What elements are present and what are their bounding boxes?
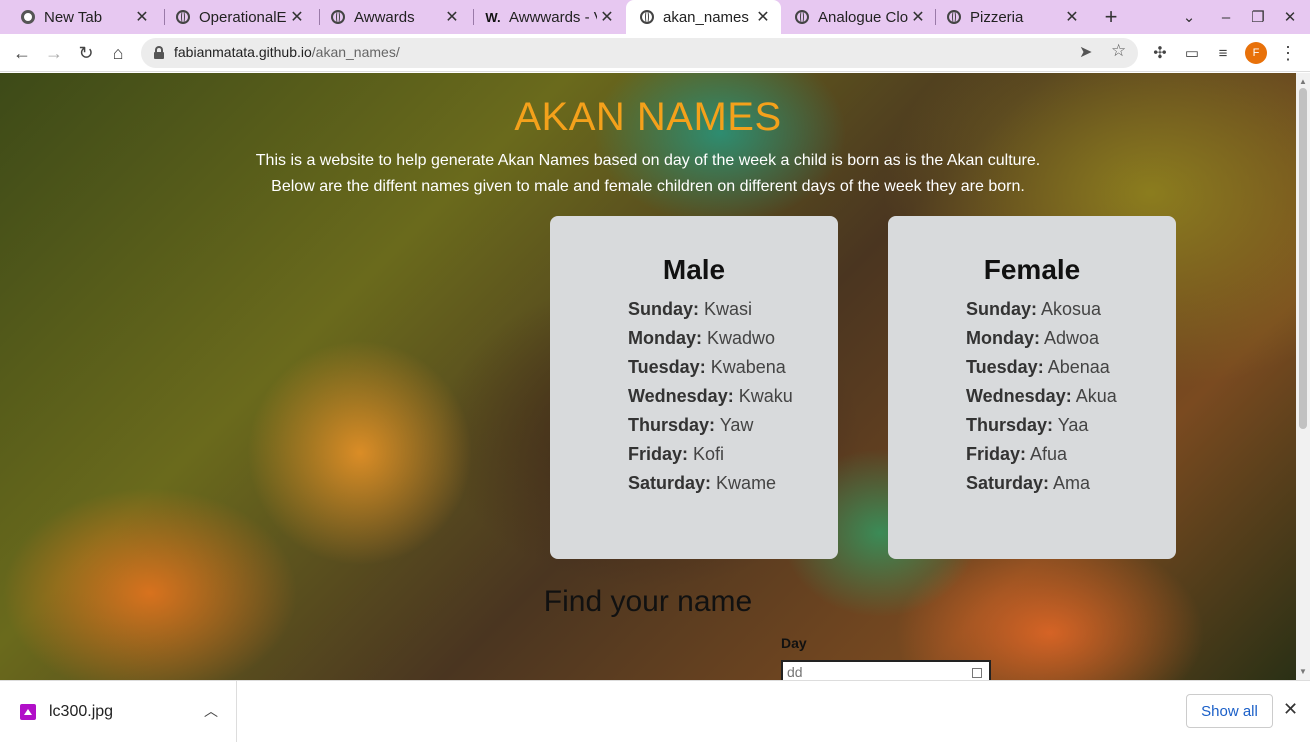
tab-title: Awwwards - V [509,8,597,26]
chrome-icon [20,9,36,25]
image-file-icon [20,704,36,720]
globe-icon [639,9,655,25]
close-icon[interactable]: ✕ [1283,699,1298,720]
home-icon[interactable]: ⌂ [104,39,132,67]
tab-new-tab[interactable]: New Tab ✕ [0,0,160,34]
chevron-up-icon[interactable]: ︿ [204,701,218,721]
download-item[interactable]: lc300.jpg ︿ [0,681,237,742]
tab-title: Awwards [354,8,415,26]
bookmark-star-icon[interactable]: ☆ [1111,41,1126,61]
close-tab-icon[interactable]: ✕ [132,7,152,27]
list-item: Wednesday: Kwaku [628,386,793,406]
restore-icon[interactable]: ❐ [1242,0,1274,34]
tab-title: Analogue Clo [818,8,908,26]
list-item: Saturday: Ama [966,473,1091,493]
extensions-puzzle-icon[interactable]: ✣ [1146,39,1174,67]
day-label: Day [781,635,807,651]
tab-pizzeria[interactable]: Pizzeria ✕ [926,0,1090,34]
male-names-card: Male Sunday: Kwasi Monday: Kwadwo Tuesda… [550,216,838,559]
download-file-name[interactable]: lc300.jpg [49,703,113,721]
back-arrow-icon[interactable]: ← [8,39,36,67]
globe-icon [175,9,191,25]
male-names-list: Sunday: Kwasi Monday: Kwadwo Tuesday: Kw… [628,296,793,499]
scroll-down-arrow-icon[interactable]: ▼ [1299,667,1307,676]
send-icon[interactable]: ➤ [1079,42,1092,62]
browser-toolbar: ← → ↻ ⌂ fabianmatata.github.io/akan_name… [0,34,1310,72]
female-names-card: Female Sunday: Akosua Monday: Adwoa Tues… [888,216,1176,559]
list-item: Thursday: Yaw [628,415,754,435]
url-text[interactable]: fabianmatata.github.io/akan_names/ [174,44,400,60]
media-queue-icon[interactable]: ≡ [1209,39,1237,67]
address-bar[interactable]: fabianmatata.github.io/akan_names/ ➤ ☆ [141,38,1138,68]
list-item: Thursday: Yaa [966,415,1089,435]
calendar-icon[interactable] [972,668,982,678]
tab-title: Pizzeria [970,8,1024,26]
list-item: Tuesday: Abenaa [966,357,1110,377]
close-tab-icon[interactable]: ✕ [442,7,462,27]
page-scrollbar[interactable]: ▲ ▼ [1296,73,1310,680]
lock-icon[interactable] [154,46,164,59]
male-heading: Male [662,254,726,285]
scroll-up-arrow-icon[interactable]: ▲ [1299,77,1307,86]
tab-strip: New Tab ✕ OperationalE ✕ Awwards ✕ W. Aw… [0,0,1310,34]
cast-icon[interactable]: ▭ [1178,39,1206,67]
tab-title: OperationalE [199,8,287,26]
list-item: Saturday: Kwame [628,473,777,493]
tab-akan-names[interactable]: akan_names ✕ [626,0,781,34]
awwwards-icon: W. [485,9,501,25]
list-item: Sunday: Akosua [966,299,1102,319]
menu-kebab-icon[interactable]: ⋮ [1274,39,1302,67]
list-item: Friday: Afua [966,444,1068,464]
close-tab-icon[interactable]: ✕ [287,7,307,27]
list-item: Monday: Adwoa [966,328,1100,348]
globe-icon [946,9,962,25]
close-tab-icon[interactable]: ✕ [908,7,928,27]
intro-line-1: This is a website to help generate Akan … [255,152,1041,169]
new-tab-button[interactable]: + [1098,4,1124,30]
show-all-button[interactable]: Show all [1186,694,1273,728]
tab-search-chevron-icon[interactable]: ⌄ [1173,0,1205,34]
globe-icon [330,9,346,25]
tab-awwards[interactable]: Awwards ✕ [310,0,470,34]
female-names-list: Sunday: Akosua Monday: Adwoa Tuesday: Ab… [966,296,1117,499]
list-item: Friday: Kofi [628,444,725,464]
profile-avatar[interactable]: F [1245,42,1267,64]
find-name-heading: Find your name [543,585,753,618]
download-shelf: lc300.jpg ︿ Show all ✕ [0,680,1310,742]
globe-icon [794,9,810,25]
tab-operational[interactable]: OperationalE ✕ [155,0,315,34]
list-item: Tuesday: Kwabena [628,357,786,377]
scrollbar-thumb[interactable] [1299,88,1307,429]
intro-line-2: Below are the diffent names given to mal… [271,178,1025,195]
tab-awwwards[interactable]: W. Awwwards - V ✕ [465,0,625,34]
close-window-icon[interactable]: ✕ [1274,0,1306,34]
close-tab-icon[interactable]: ✕ [597,7,617,27]
day-input[interactable] [781,660,991,680]
tab-title: New Tab [44,8,103,26]
list-item: Wednesday: Akua [966,386,1117,406]
page-content: AKAN NAMES This is a website to help gen… [0,73,1296,680]
tab-analogue-clock[interactable]: Analogue Clo ✕ [781,0,936,34]
close-tab-icon[interactable]: ✕ [1062,7,1082,27]
close-tab-icon[interactable]: ✕ [753,7,773,27]
list-item: Monday: Kwadwo [628,328,776,348]
female-heading: Female [983,254,1081,285]
page-title: AKAN NAMES [514,95,782,139]
forward-arrow-icon[interactable]: → [40,39,68,67]
reload-icon[interactable]: ↻ [72,39,100,67]
list-item: Sunday: Kwasi [628,299,753,319]
minimize-icon[interactable]: – [1210,0,1242,34]
tab-title: akan_names [663,8,749,26]
